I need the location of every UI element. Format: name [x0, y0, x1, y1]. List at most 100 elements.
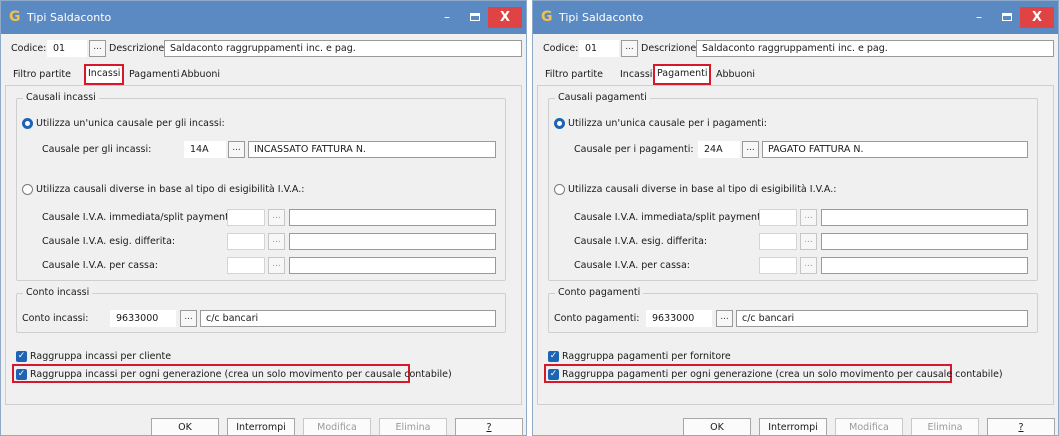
iva-immediata-code-field[interactable] — [227, 209, 265, 226]
radio-unica-label: Utilizza un'unica causale per gli incass… — [36, 118, 225, 129]
conto-code-field[interactable]: 9633000 — [110, 310, 176, 327]
tab-pagamenti[interactable]: Pagamenti — [127, 67, 181, 83]
chk-raggruppa-fornitore-label: Raggruppa pagamenti per fornitore — [562, 351, 731, 362]
conto-label: Conto pagamenti: — [554, 313, 640, 324]
causale-label: Causale per gli incassi: — [42, 144, 152, 155]
tab-panel: Causali incassi Utilizza un'unica causal… — [5, 85, 522, 405]
close-icon[interactable]: X — [488, 7, 522, 28]
elimina-button[interactable]: Elimina — [911, 418, 979, 435]
ok-button[interactable]: OK — [151, 418, 219, 435]
window-tipi-saldaconto-incassi: G Tipi Saldaconto – X Codice: 01 ... Des… — [0, 0, 527, 436]
app-icon: G — [541, 9, 553, 25]
app-icon: G — [9, 9, 21, 25]
iva-cassa-desc-field — [289, 257, 496, 274]
iva-cassa-label: Causale I.V.A. per cassa: — [42, 260, 159, 271]
iva-cassa-label: Causale I.V.A. per cassa: — [574, 260, 691, 271]
iva-cassa-code-field[interactable] — [227, 257, 265, 274]
descrizione-field[interactable]: Saldaconto raggruppamenti inc. e pag. — [164, 40, 522, 57]
iva-immediata-label: Causale I.V.A. immediata/split payment: — [42, 212, 232, 223]
iva-differita-desc-field — [289, 233, 496, 250]
iva-immediata-lookup-button[interactable]: ... — [800, 209, 817, 226]
codice-lookup-button[interactable]: ... — [621, 40, 638, 57]
iva-differita-desc-field — [821, 233, 1028, 250]
iva-cassa-lookup-button[interactable]: ... — [268, 257, 285, 274]
minimize-icon[interactable]: – — [972, 10, 986, 24]
modifica-button[interactable]: Modifica — [835, 418, 903, 435]
iva-cassa-code-field[interactable] — [759, 257, 797, 274]
codice-lookup-button[interactable]: ... — [89, 40, 106, 57]
radio-causali-diverse[interactable] — [554, 184, 565, 195]
causale-code-field[interactable]: 24A — [698, 141, 740, 158]
iva-immediata-code-field[interactable] — [759, 209, 797, 226]
window-title: Tipi Saldaconto — [559, 11, 644, 24]
help-button[interactable]: ? — [455, 418, 523, 435]
causale-desc-field: INCASSATO FATTURA N. — [248, 141, 496, 158]
chk-raggruppa-cliente-label: Raggruppa incassi per cliente — [30, 351, 172, 362]
conto-lookup-button[interactable]: ... — [180, 310, 197, 327]
causale-code-field[interactable]: 14A — [184, 141, 226, 158]
radio-diverse-label: Utilizza causali diverse in base al tipo… — [36, 184, 305, 195]
tab-pagamenti[interactable]: Pagamenti — [652, 64, 712, 85]
tab-abbuoni[interactable]: Abbuoni — [714, 67, 757, 83]
interrompi-button[interactable]: Interrompi — [759, 418, 827, 435]
radio-unica-causale[interactable] — [554, 118, 565, 129]
ok-button[interactable]: OK — [683, 418, 751, 435]
tab-incassi[interactable]: Incassi — [83, 64, 125, 85]
causali-group-title: Causali pagamenti — [555, 92, 650, 103]
radio-causali-diverse[interactable] — [22, 184, 33, 195]
elimina-button[interactable]: Elimina — [379, 418, 447, 435]
iva-immediata-label: Causale I.V.A. immediata/split payment: — [574, 212, 764, 223]
title-bar: G Tipi Saldaconto – X — [1, 1, 526, 34]
tab-filtro-partite[interactable]: Filtro partite — [11, 67, 73, 83]
tab-filtro-partite[interactable]: Filtro partite — [543, 67, 605, 83]
descrizione-field[interactable]: Saldaconto raggruppamenti inc. e pag. — [696, 40, 1054, 57]
conto-desc-field: c/c bancari — [200, 310, 496, 327]
interrompi-button[interactable]: Interrompi — [227, 418, 295, 435]
conto-code-field[interactable]: 9633000 — [646, 310, 712, 327]
check-icon[interactable]: ✓ — [548, 369, 559, 380]
maximize-icon[interactable] — [470, 13, 480, 21]
check-icon[interactable]: ✓ — [16, 369, 27, 380]
conto-desc-field: c/c bancari — [736, 310, 1028, 327]
causali-group-title: Causali incassi — [23, 92, 99, 103]
modifica-button[interactable]: Modifica — [303, 418, 371, 435]
conto-group-title: Conto pagamenti — [555, 287, 644, 298]
codice-field[interactable]: 01 — [47, 40, 87, 57]
conto-lookup-button[interactable]: ... — [716, 310, 733, 327]
radio-unica-causale[interactable] — [22, 118, 33, 129]
check-icon[interactable]: ✓ — [548, 351, 559, 362]
maximize-icon[interactable] — [1002, 13, 1012, 21]
causale-label: Causale per i pagamenti: — [574, 144, 694, 155]
iva-differita-code-field[interactable] — [759, 233, 797, 250]
radio-unica-label: Utilizza un'unica causale per i pagament… — [568, 118, 767, 129]
iva-cassa-lookup-button[interactable]: ... — [800, 257, 817, 274]
iva-differita-lookup-button[interactable]: ... — [268, 233, 285, 250]
tab-abbuoni[interactable]: Abbuoni — [179, 67, 222, 83]
iva-immediata-desc-field — [289, 209, 496, 226]
causale-desc-field: PAGATO FATTURA N. — [762, 141, 1028, 158]
title-bar: G Tipi Saldaconto – X — [533, 1, 1058, 34]
iva-cassa-desc-field — [821, 257, 1028, 274]
iva-differita-label: Causale I.V.A. esig. differita: — [574, 236, 708, 247]
minimize-icon[interactable]: – — [440, 10, 454, 24]
codice-label: Codice: — [543, 43, 579, 54]
window-tipi-saldaconto-pagamenti: G Tipi Saldaconto – X Codice: 01 ... Des… — [532, 0, 1059, 436]
causale-lookup-button[interactable]: ... — [742, 141, 759, 158]
codice-field[interactable]: 01 — [579, 40, 619, 57]
help-button[interactable]: ? — [987, 418, 1055, 435]
iva-immediata-lookup-button[interactable]: ... — [268, 209, 285, 226]
tab-panel: Causali pagamenti Utilizza un'unica caus… — [537, 85, 1054, 405]
conto-label: Conto incassi: — [22, 313, 89, 324]
check-icon[interactable]: ✓ — [16, 351, 27, 362]
chk-raggruppa-generazione-label: Raggruppa pagamenti per ogni generazione… — [562, 369, 1003, 380]
codice-label: Codice: — [11, 43, 47, 54]
iva-immediata-desc-field — [821, 209, 1028, 226]
chk-raggruppa-generazione-label: Raggruppa incassi per ogni generazione (… — [30, 369, 452, 380]
close-icon[interactable]: X — [1020, 7, 1054, 28]
tab-incassi[interactable]: Incassi — [618, 67, 654, 83]
iva-differita-lookup-button[interactable]: ... — [800, 233, 817, 250]
conto-group-title: Conto incassi — [23, 287, 93, 298]
radio-diverse-label: Utilizza causali diverse in base al tipo… — [568, 184, 837, 195]
causale-lookup-button[interactable]: ... — [228, 141, 245, 158]
iva-differita-code-field[interactable] — [227, 233, 265, 250]
